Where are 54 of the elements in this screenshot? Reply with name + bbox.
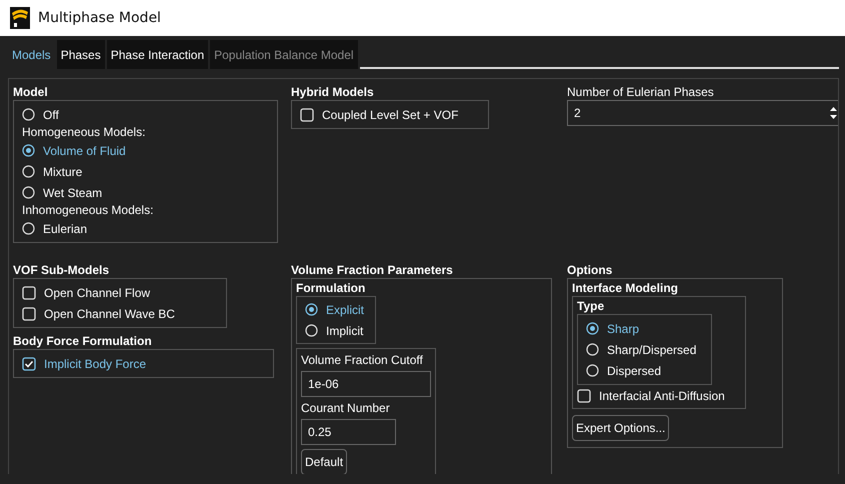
radio-button[interactable] — [586, 343, 599, 356]
radio-button[interactable] — [586, 364, 599, 377]
group-heading: Type — [577, 299, 606, 314]
radio-button[interactable] — [305, 303, 318, 316]
default-button[interactable]: Default — [301, 449, 348, 474]
radio-button[interactable] — [22, 165, 35, 178]
option-label: Dispersed — [607, 364, 662, 378]
text-field[interactable]: 1e-06 — [301, 371, 431, 397]
app-logo-icon — [10, 7, 30, 29]
checkbox[interactable] — [22, 356, 36, 370]
spinner-arrows-icon[interactable] — [829, 105, 838, 121]
section-heading: Volume Fraction Parameters — [291, 263, 454, 278]
checkbox[interactable] — [577, 388, 591, 402]
field-label: Number of Eulerian Phases — [567, 85, 715, 100]
option-label: Wet Steam — [43, 186, 102, 200]
option-label: Open Channel Flow — [44, 286, 150, 300]
option-label: Interfacial Anti-Diffusion — [599, 388, 725, 402]
group-label: Inhomogeneous Models: — [22, 203, 154, 218]
section-heading: VOF Sub-Models — [13, 263, 110, 278]
option-label: Volume of Fluid — [43, 144, 126, 158]
section-heading: Model — [13, 85, 49, 100]
text-field[interactable]: 0.25 — [301, 419, 396, 445]
section-heading: Body Force Formulation — [13, 334, 153, 349]
radio-button[interactable] — [22, 144, 35, 157]
section-heading: Hybrid Models — [291, 85, 375, 100]
tab[interactable]: Phases — [56, 40, 105, 69]
option-label: Eulerian — [43, 222, 88, 236]
group-label: Homogeneous Models: — [22, 125, 146, 140]
option-label: Explicit — [326, 302, 364, 316]
option-label: Mixture — [43, 164, 82, 178]
checkbox[interactable] — [22, 286, 36, 300]
checkbox[interactable] — [300, 108, 314, 122]
checkbox[interactable] — [22, 306, 36, 320]
option-label: Sharp/Dispersed — [607, 342, 696, 356]
radio-button[interactable] — [22, 222, 35, 235]
option-label: Implicit — [326, 324, 364, 338]
field-label: Courant Number — [301, 401, 391, 416]
option-label: Implicit Body Force — [44, 356, 146, 370]
radio-button[interactable] — [22, 108, 35, 121]
option-label: Coupled Level Set + VOF — [322, 108, 458, 122]
section-heading: Options — [567, 263, 614, 278]
window-title: Multiphase Model — [38, 10, 161, 26]
group-heading: Formulation — [296, 281, 366, 296]
radio-button[interactable] — [586, 322, 599, 335]
expert-options-button[interactable]: Expert Options... — [572, 415, 670, 441]
option-label: Off — [43, 108, 59, 122]
radio-button[interactable] — [305, 324, 318, 337]
option-label: Sharp — [607, 322, 640, 336]
group-heading: Interface Modeling — [572, 281, 680, 296]
option-label: Open Channel Wave BC — [44, 306, 175, 320]
tab[interactable]: Phase Interaction — [106, 40, 208, 69]
number-spinner[interactable]: 2 — [567, 100, 838, 126]
radio-button[interactable] — [22, 186, 35, 199]
field-label: Volume Fraction Cutoff — [301, 353, 424, 368]
